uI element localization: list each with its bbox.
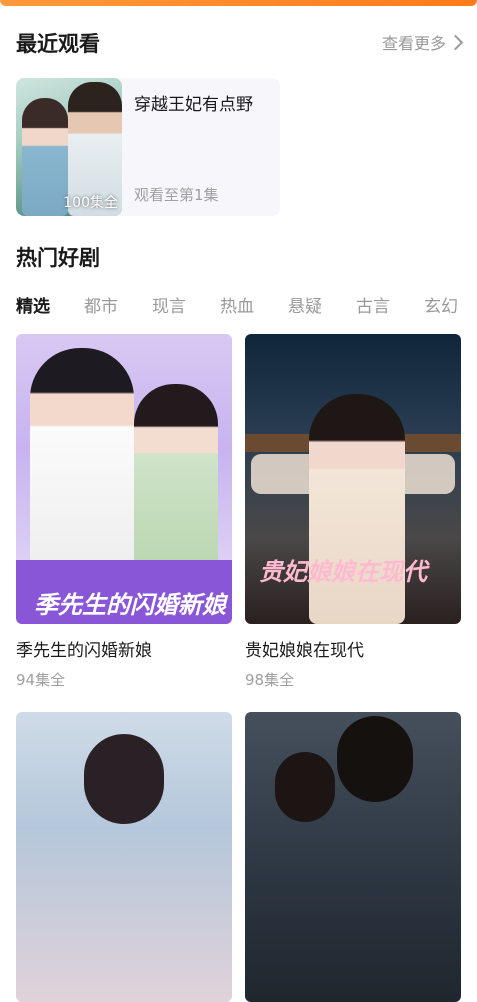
recent-section-title: 最近观看 xyxy=(16,32,100,56)
drama-title[interactable]: 季先生的闪婚新娘 xyxy=(16,636,232,661)
drama-card[interactable] xyxy=(16,712,232,1002)
drama-poster[interactable] xyxy=(16,712,232,1002)
tab-fantasy[interactable]: 玄幻 xyxy=(424,292,458,317)
chevron-right-icon xyxy=(447,34,464,50)
poster-figure xyxy=(84,734,164,824)
drama-title[interactable]: 贵妃娘娘在现代 xyxy=(245,636,461,661)
poster-title-art: 贵妃娘娘在现代 xyxy=(259,558,427,586)
view-more-link[interactable]: 查看更多 xyxy=(381,30,464,54)
poster-figure xyxy=(30,348,134,568)
recent-item-card[interactable]: 100集全 穿越王妃有点野 观看至第1集 xyxy=(16,78,280,216)
drama-card[interactable]: 季先生的闪婚新娘 季先生的闪婚新娘 94集全 xyxy=(16,334,232,690)
tab-featured[interactable]: 精选 xyxy=(16,292,50,317)
poster-title-art: 季先生的闪婚新娘 xyxy=(34,591,226,619)
tab-action[interactable]: 热血 xyxy=(220,292,254,317)
recent-item-progress: 观看至第1集 xyxy=(134,186,219,204)
hot-section-title: 热门好剧 xyxy=(16,246,100,270)
recent-item-poster[interactable]: 100集全 xyxy=(16,78,122,216)
drama-poster[interactable]: 季先生的闪婚新娘 xyxy=(16,334,232,624)
drama-poster[interactable] xyxy=(245,712,461,1002)
drama-card[interactable] xyxy=(245,712,461,1002)
view-more-label: 查看更多 xyxy=(381,34,446,53)
poster-figure xyxy=(309,394,405,624)
poster-figure xyxy=(337,716,413,802)
tab-historical-romance[interactable]: 古言 xyxy=(356,292,390,317)
poster-figure xyxy=(134,384,218,574)
tab-mystery[interactable]: 悬疑 xyxy=(288,292,322,317)
tab-urban[interactable]: 都市 xyxy=(84,292,118,317)
poster-figure xyxy=(22,98,68,216)
drama-episodes: 94集全 xyxy=(16,671,66,689)
drama-episodes: 98集全 xyxy=(245,671,295,689)
drama-poster[interactable]: 贵妃娘娘在现代 xyxy=(245,334,461,624)
recent-item-title[interactable]: 穿越王妃有点野 xyxy=(134,90,253,115)
drama-card[interactable]: 贵妃娘娘在现代 贵妃娘娘在现代 98集全 xyxy=(245,334,461,690)
tab-modern-romance[interactable]: 现言 xyxy=(152,292,186,317)
poster-figure xyxy=(275,752,335,822)
top-accent-bar xyxy=(0,0,477,6)
episodes-badge: 100集全 xyxy=(63,195,118,211)
category-tabs: 精选 都市 现言 热血 悬疑 古言 玄幻 xyxy=(16,292,477,317)
